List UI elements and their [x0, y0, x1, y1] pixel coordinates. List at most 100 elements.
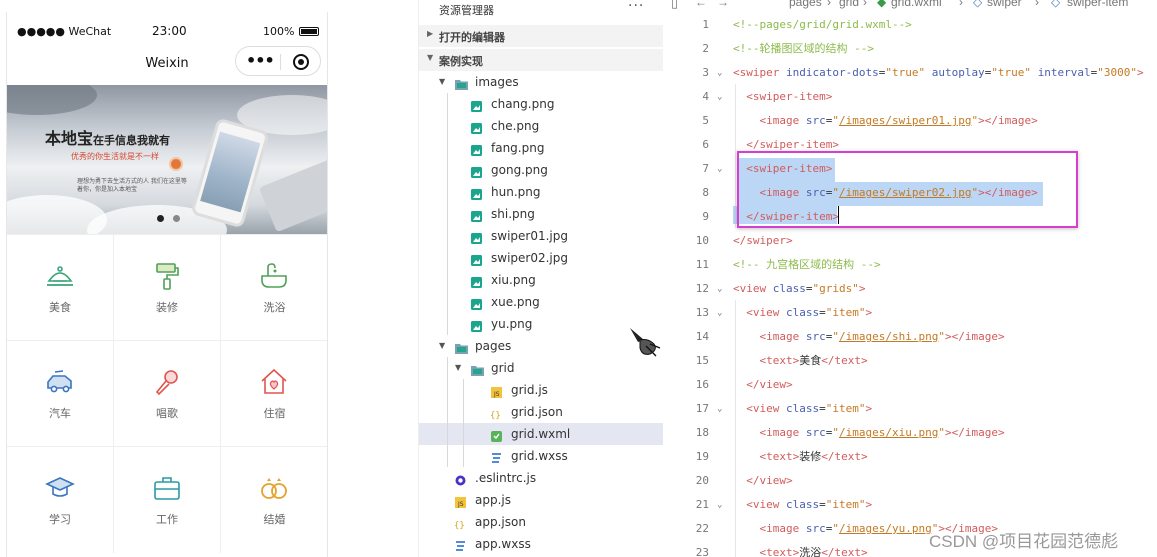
tree-file-fang-png[interactable]: fang.png — [419, 137, 663, 159]
code-line[interactable]: 5 <image src="/images/swiper01.jpg"></im… — [665, 109, 1157, 133]
tree-file-gong-png[interactable]: gong.png — [419, 159, 663, 181]
banner-title: 本地宝在手信息我就有 — [45, 125, 170, 149]
breadcrumb-item[interactable]: pages — [789, 0, 822, 9]
code-line[interactable]: 12 ⌄ <view class="grids"> — [665, 277, 1157, 301]
fold-chevron-icon[interactable]: ⌄ — [717, 397, 722, 421]
grid-item-food[interactable]: 美食 — [7, 235, 114, 341]
code-line[interactable]: 10 </swiper> — [665, 229, 1157, 253]
tree-file-swiper02-jpg[interactable]: swiper02.jpg — [419, 247, 663, 269]
bird-cursor-icon — [630, 328, 661, 357]
code-line[interactable]: 2 <!--轮播图区域的结构 --> — [665, 37, 1157, 61]
code-editor[interactable]: ▯ ← → pages › grid › ◆ grid.wxml › ◇ swi… — [665, 0, 1157, 557]
grid-item-karaoke[interactable]: 唱歌 — [114, 341, 221, 447]
tree-file-app-wxss[interactable]: app.wxss — [419, 533, 663, 555]
chevron-right-icon: ▶ — [427, 29, 434, 38]
breadcrumb-item[interactable]: swiper-item — [1067, 0, 1128, 9]
tree-file-yu-png[interactable]: yu.png — [419, 313, 663, 335]
code-line[interactable]: 20 </view> — [665, 469, 1157, 493]
tree-file--eslintrc-js[interactable]: .eslintrc.js — [419, 467, 663, 489]
code-line[interactable]: 4 ⌄ <swiper-item> — [665, 85, 1157, 109]
element-icon: ◇ — [973, 0, 983, 9]
text-cursor — [838, 206, 839, 224]
fold-chevron-icon[interactable]: ⌄ — [717, 85, 722, 109]
fold-chevron-icon[interactable]: ⌄ — [717, 157, 722, 181]
fold-chevron-icon[interactable]: ⌄ — [717, 493, 722, 517]
swiper-dot[interactable] — [173, 215, 180, 222]
line-number: 3 — [702, 66, 709, 79]
grid-item-decor[interactable]: 装修 — [114, 235, 221, 341]
tree-item-label: shi.png — [491, 207, 535, 221]
breadcrumb-item[interactable]: grid — [839, 0, 859, 9]
code-line[interactable]: 14 <image src="/images/shi.png"></image> — [665, 325, 1157, 349]
code-line[interactable]: 21 ⌄ <view class="item"> — [665, 493, 1157, 517]
forward-arrow-icon[interactable]: → — [717, 0, 729, 9]
line-number: 18 — [695, 426, 709, 439]
line-number: 23 — [695, 546, 709, 557]
code-line[interactable]: 3 ⌄ <swiper indicator-dots="true" autoplay… — [665, 61, 1157, 85]
close-miniprogram-button[interactable] — [293, 54, 309, 70]
breadcrumb-item[interactable]: swiper — [987, 0, 1022, 9]
code-line[interactable]: 19 <text>装修</text> — [665, 445, 1157, 469]
tree-file-grid-wxml[interactable]: grid.wxml — [419, 423, 663, 445]
tree-item-label: yu.png — [491, 317, 533, 331]
line-number: 6 — [702, 138, 709, 151]
tree-file-hun-png[interactable]: hun.png — [419, 181, 663, 203]
more-menu-button[interactable]: ••• — [246, 51, 275, 70]
screenshot-root: ●●●●● WeChat 23:00 100% Weixin ••• 本地宝在手… — [0, 0, 1157, 557]
explorer-more-button[interactable]: ··· — [628, 0, 644, 14]
line-number: 16 — [695, 378, 709, 391]
tree-file-che-png[interactable]: che.png — [419, 115, 663, 137]
code-line[interactable]: 1 <!--pages/grid/grid.wxml--> — [665, 13, 1157, 37]
tree-file-grid-json[interactable]: {} grid.json — [419, 401, 663, 423]
breadcrumb-item[interactable]: grid.wxml — [891, 0, 942, 9]
grid-item-work[interactable]: 工作 — [114, 447, 221, 553]
tree-file-grid-wxss[interactable]: grid.wxss — [419, 445, 663, 467]
line-number: 7 — [702, 162, 709, 175]
grid-item-bath[interactable]: 洗浴 — [221, 235, 327, 341]
back-arrow-icon[interactable]: ← — [695, 0, 707, 9]
svg-text:JS: JS — [493, 391, 500, 398]
chevron-down-icon: ▼ — [439, 77, 446, 86]
fold-chevron-icon[interactable]: ⌄ — [717, 301, 722, 325]
code-line[interactable]: 15 <text>美食</text> — [665, 349, 1157, 373]
nine-grid: 美食 装修 洗浴 汽车 唱歌 住宿 学习 工作 结婚 — [7, 234, 327, 557]
tree-item-label: hun.png — [491, 185, 541, 199]
indent-guide — [447, 93, 448, 335]
section-project[interactable]: ▼ 案例实现 — [419, 49, 663, 71]
tree-file-app-js[interactable]: JS app.js — [419, 489, 663, 511]
tree-file-shi-png[interactable]: shi.png — [419, 203, 663, 225]
swiper-banner[interactable]: 本地宝在手信息我就有 优秀的你生活就是不一样 理想为勇下去生活方式的人 我们在这… — [7, 85, 327, 234]
tree-folder-images[interactable]: ▼ images — [419, 71, 663, 93]
tree-file-chang-png[interactable]: chang.png — [419, 93, 663, 115]
tree-file-grid-js[interactable]: JS grid.js — [419, 379, 663, 401]
code-line[interactable]: 18 <image src="/images/xiu.png"></image> — [665, 421, 1157, 445]
grid-item-lodging[interactable]: 住宿 — [221, 341, 327, 447]
code-line[interactable]: 11 <!-- 九宫格区域的结构 --> — [665, 253, 1157, 277]
chevron-right-icon: › — [863, 0, 867, 9]
microphone-icon — [155, 370, 178, 396]
phone-simulator: ●●●●● WeChat 23:00 100% Weixin ••• 本地宝在手… — [6, 12, 328, 557]
code-line[interactable]: 17 ⌄ <view class="item"> — [665, 397, 1157, 421]
wechat-capsule: ••• — [235, 46, 321, 76]
banner-title-small: 在手信息我就有 — [93, 134, 171, 147]
tree-folder-pages[interactable]: ▼ pages — [419, 335, 663, 357]
fold-chevron-icon[interactable]: ⌄ — [717, 277, 722, 301]
code-line[interactable]: 16 </view> — [665, 373, 1157, 397]
code-line[interactable]: 13 ⌄ <view class="item"> — [665, 301, 1157, 325]
wxss-file-icon — [454, 538, 467, 551]
swiper-dot-active[interactable] — [157, 215, 164, 222]
grid-item-study[interactable]: 学习 — [7, 447, 114, 553]
svg-text:{}: {} — [454, 521, 465, 531]
tree-file-swiper01-jpg[interactable]: swiper01.jpg — [419, 225, 663, 247]
grid-item-wedding[interactable]: 结婚 — [221, 447, 327, 553]
fold-chevron-icon[interactable]: ⌄ — [717, 61, 722, 85]
tree-folder-grid[interactable]: ▼ grid — [419, 357, 663, 379]
grid-item-car[interactable]: 汽车 — [7, 341, 114, 447]
tree-file-xiu-png[interactable]: xiu.png — [419, 269, 663, 291]
line-number: 17 — [695, 402, 709, 415]
tree-file-app-json[interactable]: {} app.json — [419, 511, 663, 533]
grid-item-label: 工作 — [156, 513, 178, 526]
section-open-editors[interactable]: ▶ 打开的编辑器 — [419, 25, 663, 47]
tree-file-xue-png[interactable]: xue.png — [419, 291, 663, 313]
tree-item-label: fang.png — [491, 141, 545, 155]
